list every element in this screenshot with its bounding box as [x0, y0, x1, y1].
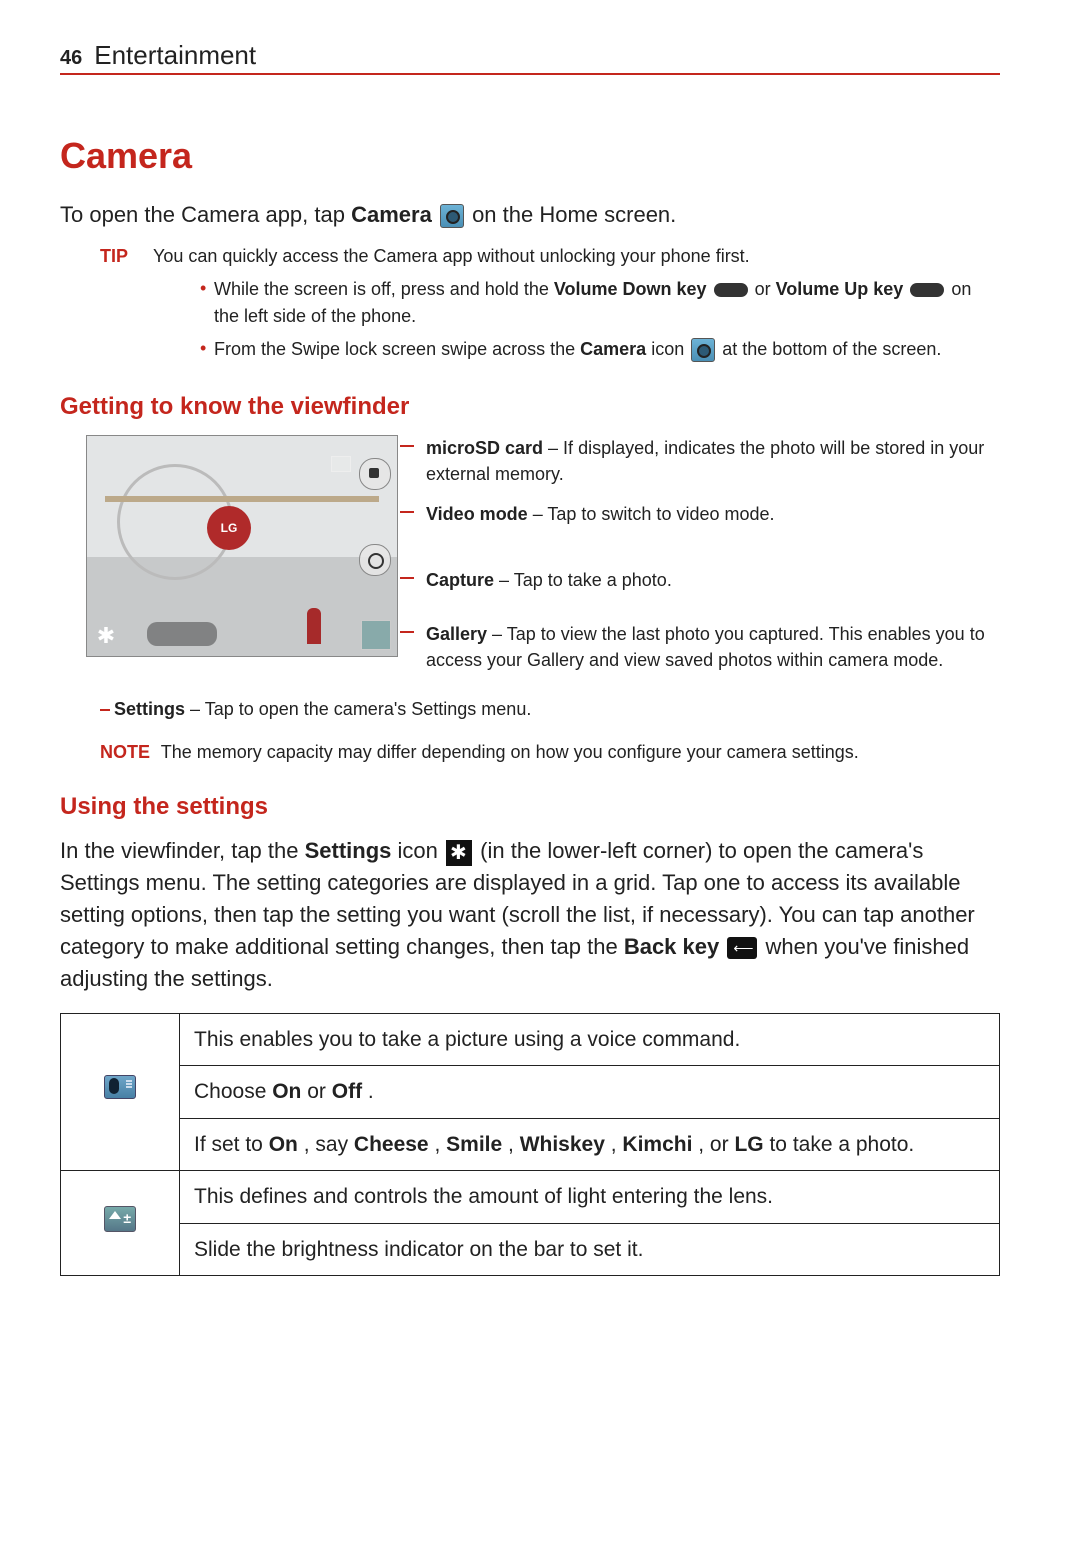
callout-video-mode: Video mode – Tap to switch to video mode…	[416, 501, 1000, 527]
intro-text-post: on the Home screen.	[472, 202, 676, 227]
voice-row-line2: Choose On or Off .	[180, 1066, 1000, 1119]
microsd-indicator-icon	[331, 456, 351, 472]
tip-label: TIP	[100, 243, 148, 270]
manual-page: 46 Entertainment Camera To open the Came…	[0, 0, 1080, 1336]
tip-lead: You can quickly access the Camera app wi…	[153, 243, 933, 270]
settings-row-exposure-2: Slide the brightness indicator on the ba…	[61, 1223, 1000, 1276]
note-label: NOTE	[100, 742, 150, 762]
voice-shutter-icon	[104, 1075, 136, 1099]
tip-block: TIP You can quickly access the Camera ap…	[100, 243, 1000, 363]
viewfinder-preview: LG ✱	[86, 435, 398, 657]
note-row: NOTE The memory capacity may differ depe…	[100, 742, 1000, 763]
using-settings-heading: Using the settings	[60, 793, 1000, 821]
chapter-title: Entertainment	[94, 40, 256, 71]
callout-capture: Capture – Tap to take a photo.	[416, 567, 1000, 593]
video-mode-button-icon	[359, 458, 391, 490]
callout-microsd: microSD card – If displayed, indicates t…	[416, 435, 1000, 487]
voice-shutter-icon-cell	[61, 1013, 180, 1171]
person-graphic	[307, 608, 321, 644]
viewfinder-heading: Getting to know the viewfinder	[60, 393, 1000, 421]
intro-camera-word: Camera	[351, 202, 432, 227]
tip-bullet-1: While the screen is off, press and hold …	[200, 276, 1000, 330]
exposure-row-line1: This defines and controls the amount of …	[180, 1171, 1000, 1224]
exposure-row-line2: Slide the brightness indicator on the ba…	[180, 1223, 1000, 1276]
viewfinder-diagram: LG ✱ microSD card – If displayed, indica…	[86, 435, 1000, 688]
using-settings-paragraph: In the viewfinder, tap the Settings icon…	[60, 835, 1000, 994]
gallery-thumbnail-icon	[361, 620, 391, 650]
settings-gear-icon: ✱	[93, 624, 119, 650]
voice-row-line1: This enables you to take a picture using…	[180, 1013, 1000, 1066]
exposure-icon	[104, 1206, 136, 1232]
callout-settings: Settings – Tap to open the camera's Sett…	[100, 699, 1000, 720]
tip-bullet-2: From the Swipe lock screen swipe across …	[200, 336, 1000, 363]
page-header: 46 Entertainment	[60, 40, 1000, 75]
crowd-graphic	[147, 622, 217, 646]
settings-row-voice-3: If set to On , say Cheese , Smile , Whis…	[61, 1118, 1000, 1171]
volume-up-key-icon	[910, 283, 944, 297]
settings-row-exposure: This defines and controls the amount of …	[61, 1171, 1000, 1224]
volume-down-key-icon	[714, 283, 748, 297]
intro-text-pre: To open the Camera app, tap	[60, 202, 351, 227]
voice-row-line3: If set to On , say Cheese , Smile , Whis…	[180, 1118, 1000, 1171]
note-text: The memory capacity may differ depending…	[161, 742, 859, 762]
section-title: Camera	[60, 135, 1000, 177]
camera-app-icon	[440, 204, 464, 228]
settings-icon	[446, 840, 472, 866]
settings-row-voice: This enables you to take a picture using…	[61, 1013, 1000, 1066]
exposure-icon-cell	[61, 1171, 180, 1276]
tip-bullets: While the screen is off, press and hold …	[160, 276, 1000, 363]
intro-paragraph: To open the Camera app, tap Camera on th…	[60, 199, 1000, 231]
camera-lock-icon	[691, 338, 715, 362]
viewfinder-callouts: microSD card – If displayed, indicates t…	[416, 435, 1000, 688]
settings-table: This enables you to take a picture using…	[60, 1013, 1000, 1277]
back-key-icon	[727, 937, 757, 959]
callout-gallery: Gallery – Tap to view the last photo you…	[416, 621, 1000, 673]
settings-row-voice-2: Choose On or Off .	[61, 1066, 1000, 1119]
lg-logo-graphic: LG	[207, 506, 251, 550]
page-number: 46	[60, 47, 82, 70]
capture-button-icon	[359, 544, 391, 576]
